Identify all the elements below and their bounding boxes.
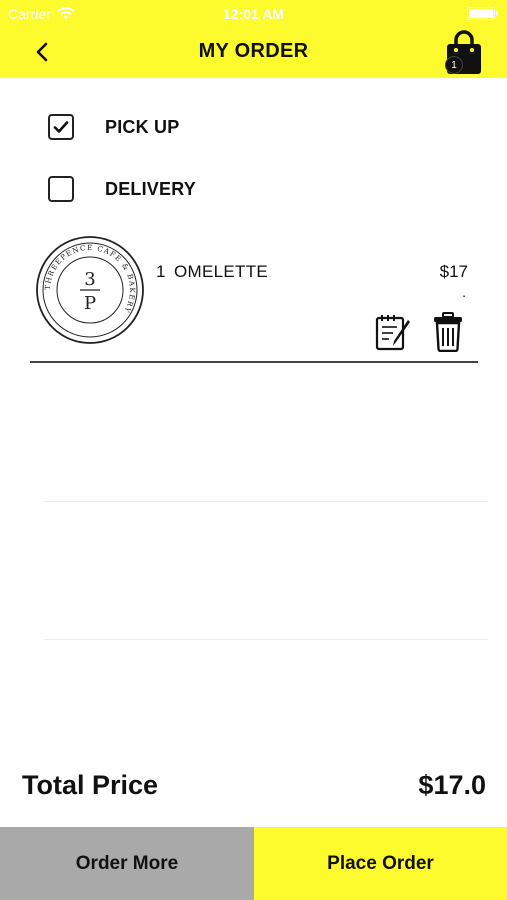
pickup-label: PICK UP: [105, 116, 180, 137]
total-price-value: $17.0: [418, 770, 486, 800]
logo-denominator: P: [84, 293, 96, 314]
order-more-button[interactable]: Order More: [0, 827, 254, 900]
logo-numerator: 3: [84, 269, 95, 290]
item-divider: [30, 361, 478, 363]
item-price-dot: .: [462, 284, 466, 300]
cart-button[interactable]: 1: [443, 30, 485, 76]
item-quantity: 1: [156, 262, 166, 281]
top-bar: Carrier 12:01 AM MY ORDER 1: [0, 0, 507, 78]
delete-item-button[interactable]: [432, 312, 464, 353]
delivery-label: DELIVERY: [105, 178, 196, 199]
pickup-checkbox[interactable]: [48, 114, 74, 140]
checkmark-icon: [53, 121, 69, 133]
item-name: OMELETTE: [174, 262, 269, 281]
page-title: MY ORDER: [198, 40, 309, 62]
cafe-logo: THREEPENCE CAFE & BAKERY 3 P: [36, 236, 144, 344]
delivery-checkbox[interactable]: [48, 176, 74, 202]
status-bar: Carrier 12:01 AM: [0, 0, 507, 28]
item-price: $17: [439, 262, 468, 281]
empty-row-separator: [44, 639, 488, 640]
order-item-row: THREEPENCE CAFE & BAKERY 3 P 1 OMELETTE …: [30, 232, 478, 362]
status-time: 12:01 AM: [223, 6, 284, 22]
edit-note-icon: [375, 315, 410, 351]
cart-count-badge: 1: [445, 56, 463, 74]
place-order-button[interactable]: Place Order: [254, 827, 507, 900]
delivery-option[interactable]: DELIVERY: [48, 176, 196, 202]
pickup-option[interactable]: PICK UP: [48, 114, 179, 140]
battery-icon: [467, 7, 498, 20]
empty-row-separator: [44, 501, 488, 502]
trash-icon: [434, 312, 462, 353]
total-price-label: Total Price: [22, 770, 159, 800]
edit-item-button[interactable]: [374, 312, 414, 352]
